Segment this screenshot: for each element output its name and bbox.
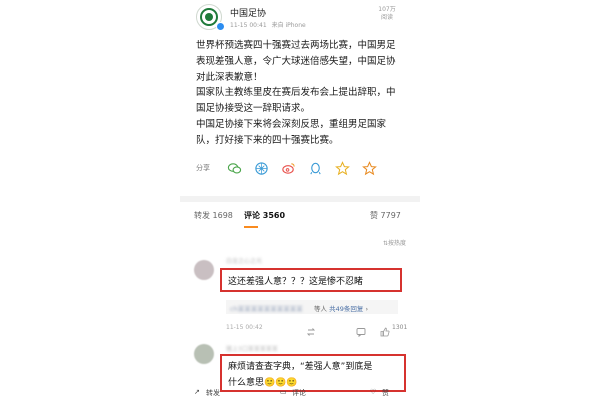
comment-text-line: 什么意思🙂🙂🙂	[228, 378, 298, 388]
like-icon[interactable]	[380, 322, 390, 337]
favorite-icon[interactable]	[361, 160, 377, 176]
bottom-like-button[interactable]: 赞	[382, 388, 389, 398]
moments-icon[interactable]	[253, 160, 269, 176]
bottom-like-icon[interactable]: ♡	[370, 388, 376, 396]
author-name[interactable]: 中国足协	[230, 6, 266, 19]
view-count-label: 阅读	[380, 14, 393, 21]
post-paragraph: 中国足协接下来将会深刻反思，重组男足国家队，打好接下来的四十强赛比赛。	[196, 118, 387, 146]
post-paragraph: 国家队主教练里皮在赛后发布会上提出辞职，中国足协接受这一辞职请求。	[196, 87, 396, 115]
share-label: 分享	[196, 164, 210, 172]
interaction-tabs: 转发 1698 评论 3560 赞 7797	[180, 206, 420, 228]
tab-comments[interactable]: 评论 3560	[244, 210, 285, 221]
bottom-action-bar: ↗ 转发 ▭ 评论 ♡ 赞	[180, 388, 420, 400]
like-count: 1301	[392, 324, 408, 331]
active-tab-indicator	[244, 226, 258, 228]
post-timestamp: 11-15 00:41	[230, 22, 267, 29]
post-paragraph: 世界杯预选赛四十强赛过去两场比赛，中国男足表现差强人意，令广大球迷倍感失望，中国…	[196, 40, 396, 83]
reply-preview[interactable]: ch某某某某某某某某某某 等人 共49条回复 ›	[226, 300, 398, 314]
commenter-name[interactable]: 白龙之心之光	[226, 256, 262, 265]
reply-count-link[interactable]: 共49条回复	[329, 305, 363, 313]
weibo-post-screen: 中国足协 11-15 00:41 来自 iPhone 107万 阅读 世界杯预选…	[180, 0, 420, 400]
repost-comment-icon[interactable]	[306, 322, 316, 336]
bottom-repost-icon[interactable]: ↗	[194, 388, 200, 396]
reply-comment-icon[interactable]	[356, 322, 366, 338]
bottom-comment-button[interactable]: 评论	[292, 388, 306, 398]
commenter-avatar[interactable]	[194, 344, 214, 364]
comment-text: 这还差强人意？？？这是惨不忍睹	[228, 277, 364, 287]
bottom-comment-icon[interactable]: ▭	[280, 388, 287, 396]
reply-users: ch某某某某某某某某某某	[230, 305, 303, 313]
commenter-name[interactable]: 猪上3口某某某某某	[226, 344, 278, 353]
comment-time: 11-15 00:42	[226, 324, 263, 331]
view-count: 107万 阅读	[376, 6, 398, 22]
reply-suffix: 等人	[314, 305, 327, 313]
view-count-number: 107万	[378, 6, 396, 13]
qq-icon[interactable]	[307, 160, 323, 176]
weibo-icon[interactable]	[280, 160, 296, 176]
tab-repost[interactable]: 转发 1698	[194, 210, 233, 221]
comment-text-line: 麻烦请查查字典，“差强人意”到底是	[228, 362, 373, 372]
qzone-icon[interactable]	[334, 160, 350, 176]
bottom-repost-button[interactable]: 转发	[206, 388, 220, 398]
commenter-avatar[interactable]	[194, 260, 214, 280]
post-body: 世界杯预选赛四十强赛过去两场比赛，中国男足表现差强人意，令广大球迷倍感失望，中国…	[196, 38, 402, 149]
chevron-right-icon: ›	[365, 305, 369, 313]
sort-label: 按热度	[387, 240, 406, 247]
sort-by-hot-button[interactable]: ⇅按热度	[383, 238, 406, 247]
share-row: 分享	[196, 158, 406, 178]
tab-likes[interactable]: 赞 7797	[370, 210, 401, 221]
post-meta: 11-15 00:41 来自 iPhone	[230, 20, 306, 29]
verified-badge-icon	[216, 22, 225, 31]
post-source: 来自 iPhone	[271, 22, 306, 29]
section-divider	[180, 196, 420, 202]
wechat-icon[interactable]	[226, 160, 242, 176]
